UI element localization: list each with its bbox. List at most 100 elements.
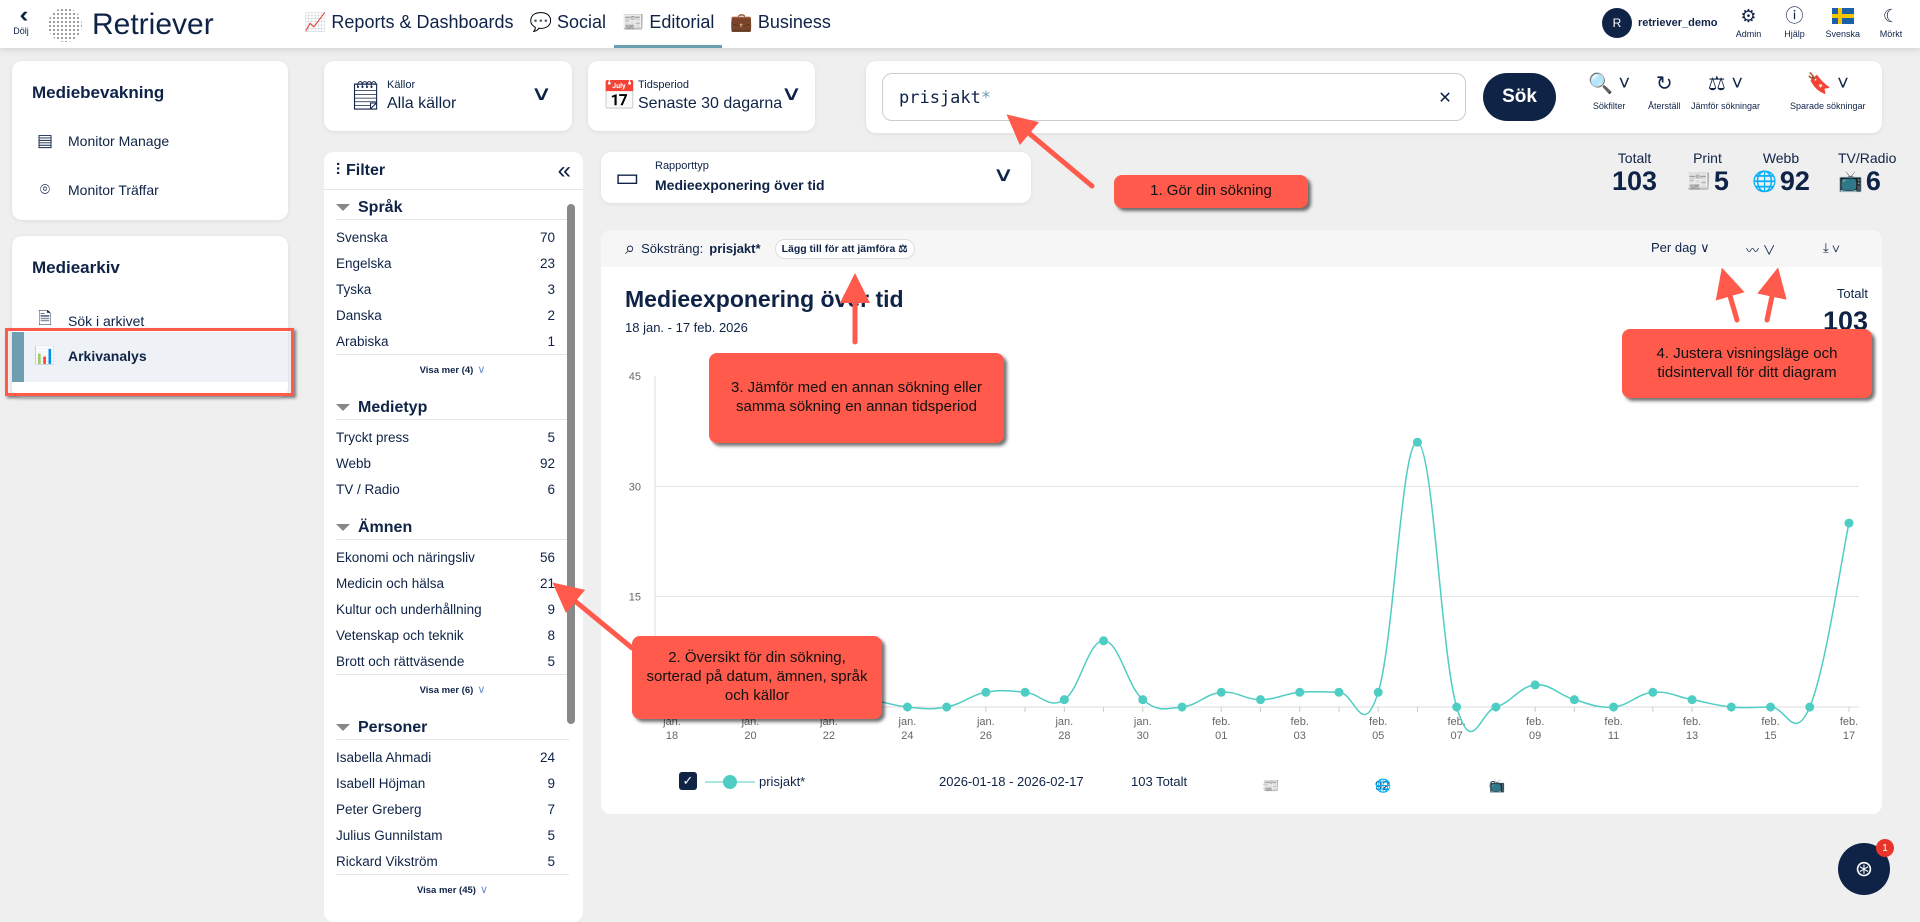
x-tick-label: feb. 17 (1840, 716, 1858, 742)
show-more-button[interactable]: Visa mer (45) ∨ (336, 874, 569, 910)
callout-3: 3. Jämför med en annan sökning eller sam… (709, 353, 1004, 443)
x-tick-label: jan. 24 (898, 716, 917, 742)
filter-option[interactable]: Rickard Vikström 5 (336, 848, 569, 874)
search-button[interactable]: Sök (1483, 73, 1556, 121)
search-filter-icon: 🔍 ˅ (1588, 73, 1631, 95)
data-point (1805, 702, 1815, 712)
filter-option[interactable]: Julius Gunnilstam 5 (336, 822, 569, 848)
filter-option[interactable]: Medicin och hälsa 21 (336, 570, 569, 596)
sources-dropdown[interactable]: 🗒 Källor Alla källor ∨ (324, 61, 572, 131)
data-point (1844, 518, 1854, 528)
data-point (1373, 687, 1383, 697)
filter-panel: ⫶ Filter « Språk Svenska 70 Engelska 23 Tyska 3 D… (324, 152, 583, 922)
stat-web: Webb 🌐 92 (1752, 150, 1810, 196)
show-more-button[interactable]: Visa mer (6) ∨ (336, 674, 569, 710)
filter-section-title[interactable]: Språk (336, 190, 569, 220)
nav-editorial[interactable]: 📰 Editorial (613, 0, 723, 48)
search-filter-button[interactable]: 🔍 ˅ Sökfilter (1588, 71, 1630, 111)
sidebar-item-monitor-traffar[interactable]: ⌾ Monitor Träffar (32, 180, 159, 200)
filter-option[interactable]: Tyska 3 (336, 276, 569, 302)
nav-business[interactable]: 💼 Business (722, 0, 838, 48)
stat-print: Print 📰 5 (1686, 150, 1729, 196)
sidebar-item-monitor-manage[interactable]: ▤ Monitor Manage (32, 131, 169, 151)
period-dropdown[interactable]: 📅 Tidsperiod Senaste 30 dagarna ∨ (588, 61, 815, 131)
filter-option[interactable]: Isabella Ahmadi 24 (336, 744, 569, 770)
collapse-filter-icon[interactable]: « (558, 157, 571, 185)
filter-option[interactable]: Danska 2 (336, 302, 569, 328)
newspaper-icon: 📰 (1686, 171, 1711, 193)
highlight-box (5, 328, 294, 396)
settings-list-icon: ▤ (36, 131, 54, 150)
filter-option[interactable]: TV / Radio 6 (336, 476, 569, 502)
filter-option[interactable]: Peter Greberg 7 (336, 796, 569, 822)
source-list-icon: 🗒 (348, 80, 384, 111)
x-tick-label: jan. 18 (662, 716, 681, 742)
filter-option[interactable]: Brott och rättväsende 5 (336, 648, 569, 674)
admin-button[interactable]: ⚙ Admin (1733, 6, 1763, 39)
series-line-marker (705, 775, 755, 789)
filter-section-title[interactable]: Medietyp (336, 390, 569, 420)
data-point (1452, 702, 1462, 712)
series-checkbox[interactable]: ✓ (679, 772, 697, 790)
nav-reports[interactable]: 📈 Reports & Dashboards (296, 0, 522, 48)
filter-option[interactable]: Isabell Höjman 9 (336, 770, 569, 796)
chart-card: ⌕ Söksträng: prisjakt* Lägg till för att … (601, 230, 1882, 814)
filter-option[interactable]: Ekonomi och näringsliv 56 (336, 544, 569, 570)
search-input[interactable]: prisjakt* ✕ (882, 73, 1466, 121)
language-button[interactable]: Svenska (1825, 6, 1860, 39)
dark-mode-button[interactable]: ☾ Mörkt (1876, 6, 1906, 39)
data-point (1491, 702, 1501, 712)
lifebuoy-icon: ⊛ (1854, 856, 1874, 881)
filter-option[interactable]: Arabiska 1 (336, 328, 569, 354)
section-title: Mediearkiv (32, 258, 120, 277)
filter-section: Medietyp Tryckt press 5 Webb 92 TV / Radio 6 (324, 390, 569, 510)
callout-2: 2. Översikt för din sökning, sorterad på… (632, 636, 882, 719)
filter-option[interactable]: Kultur och underhållning 9 (336, 596, 569, 622)
scrollbar[interactable] (567, 204, 575, 724)
data-point (902, 702, 912, 712)
swedish-flag-icon (1831, 8, 1854, 24)
saved-searches-button[interactable]: 🔖 ˅ Sparade sökningar (1790, 71, 1866, 111)
compare-searches-button[interactable]: ⚖ ˅ Jämför sökningar (1691, 71, 1760, 111)
reset-button[interactable]: ↻ Återställ (1648, 71, 1681, 111)
globe-icon: 🌐 (1375, 778, 1392, 793)
clear-icon[interactable]: ✕ (1439, 84, 1451, 108)
nav-social[interactable]: 💬 Social (522, 0, 614, 48)
report-type-dropdown[interactable]: ▭ Rapporttyp Medieexponering över tid ∨ (601, 152, 1031, 203)
filter-option[interactable]: Vetenskap och teknik 8 (336, 622, 569, 648)
data-point (1726, 702, 1736, 712)
caret-down-icon (336, 524, 350, 531)
filter-option[interactable]: Svenska 70 (336, 224, 569, 250)
hide-sidebar-button[interactable]: ‹‹ Dölj (10, 4, 32, 37)
show-more-button[interactable]: Visa mer (4) ∨ (336, 354, 569, 390)
chevron-down-icon: ∨ (477, 364, 486, 376)
data-point (1295, 687, 1305, 697)
logo[interactable]: Retriever (48, 8, 214, 42)
tv-icon: 📺 (1489, 778, 1506, 793)
calendar-icon: 📅 (602, 80, 637, 111)
filter-section-title[interactable]: Personer (336, 710, 569, 740)
x-tick-label: feb. 09 (1526, 716, 1544, 742)
callout-1: 1. Gör din sökning (1114, 175, 1308, 208)
x-tick-label: jan. 26 (976, 716, 995, 742)
data-point (1530, 680, 1540, 690)
x-tick-label: feb. 15 (1761, 716, 1779, 742)
filter-section: Personer Isabella Ahmadi 24 Isabell Höjman 9… (324, 710, 569, 910)
data-point (1256, 695, 1265, 705)
filter-option[interactable]: Engelska 23 (336, 250, 569, 276)
globe-icon: 🌐 (1752, 171, 1777, 193)
x-tick-label: feb. 03 (1291, 716, 1309, 742)
avatar[interactable]: R (1601, 7, 1632, 38)
x-tick-label: jan. 20 (741, 716, 760, 742)
data-point (1138, 695, 1148, 705)
help-button[interactable]: ⓘ Hjälp (1779, 6, 1809, 39)
filter-option[interactable]: Tryckt press 5 (336, 424, 569, 450)
x-tick-label: jan. 30 (1133, 716, 1152, 742)
main-nav: 📈 Reports & Dashboards 💬 Social 📰 Editorial… (296, 0, 839, 48)
username[interactable]: retriever_demo (1638, 17, 1718, 29)
help-widget-button[interactable]: ⊛ 1 (1838, 839, 1894, 895)
filter-option[interactable]: Webb 92 (336, 450, 569, 476)
chart-icon: 📈 (304, 12, 327, 32)
filter-section: Ämnen Ekonomi och näringsliv 56 Medicin och… (324, 510, 569, 710)
filter-section-title[interactable]: Ämnen (336, 510, 569, 540)
